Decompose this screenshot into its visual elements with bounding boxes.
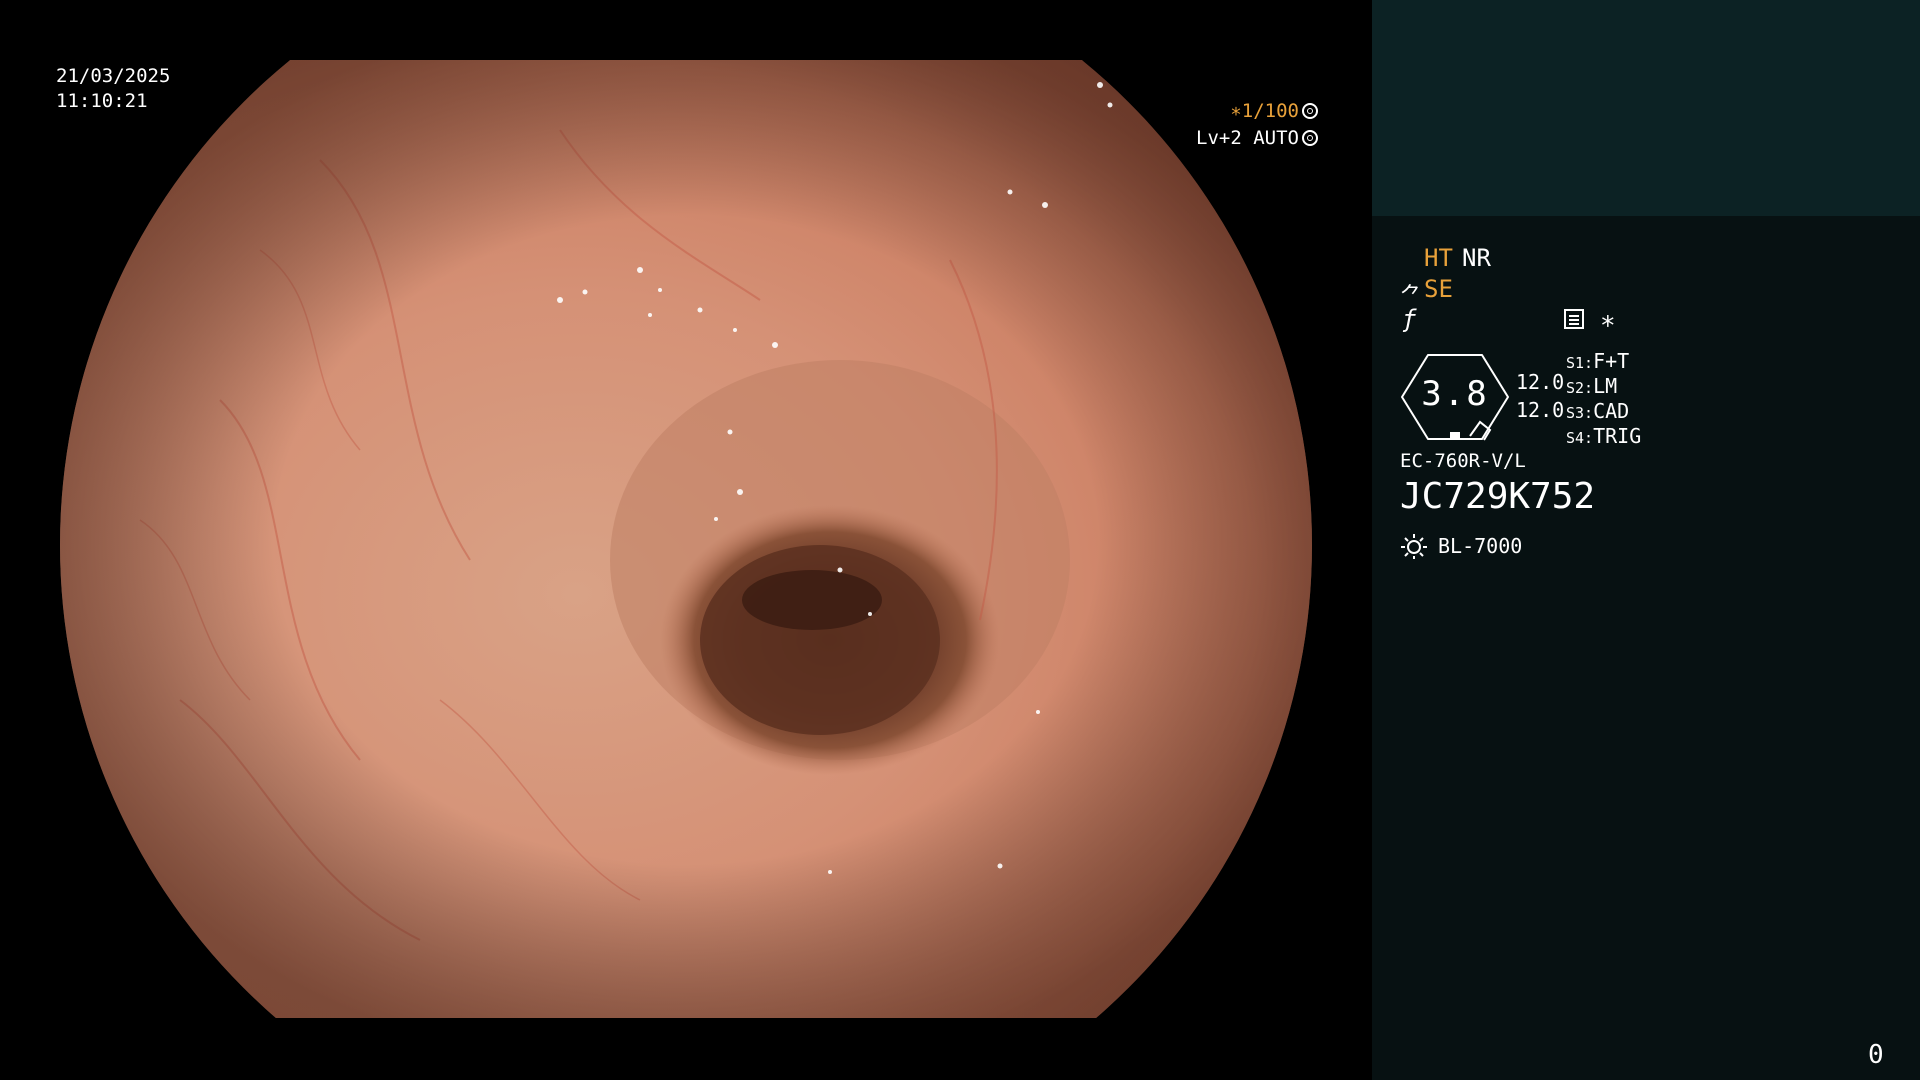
- shutter-speed: ∗1/100: [1196, 98, 1318, 125]
- iris-level-text: Lv+2 AUTO: [1196, 127, 1299, 149]
- endoscopic-image: [60, 60, 1312, 1018]
- switch-s3: S3:CAD: [1566, 399, 1629, 423]
- se-indicator: SE: [1424, 275, 1453, 303]
- switch-value: CAD: [1593, 399, 1630, 423]
- asterisk-indicator: ∗: [1600, 306, 1616, 336]
- switch-value: LM: [1593, 374, 1618, 398]
- date-time: 21/03/2025 11:10:21: [56, 64, 170, 114]
- ht-indicator: HT: [1424, 244, 1453, 272]
- aperture-icon: [1302, 103, 1318, 119]
- memo-icon: [1564, 309, 1584, 329]
- switch-s1: S1:F+T: [1566, 349, 1629, 373]
- freeze-icon: ƒ: [1402, 305, 1417, 333]
- nr-indicator: NR: [1462, 244, 1491, 272]
- scope-model: EC-760R-V/L: [1400, 450, 1526, 472]
- page-number: 0: [1868, 1040, 1884, 1070]
- switch-label: S4:: [1566, 429, 1594, 447]
- light-source-model: BL-7000: [1438, 534, 1523, 558]
- switch-s2: S2:LM: [1566, 374, 1617, 398]
- switch-label: S3:: [1566, 404, 1594, 422]
- switch-value: F+T: [1593, 349, 1630, 373]
- shutter-mark: ∗: [1230, 100, 1242, 122]
- gauge-value: 3.8: [1421, 374, 1489, 414]
- iris-icon: [1302, 130, 1318, 146]
- switch-value: TRIG: [1593, 424, 1642, 448]
- shutter-value: 1/100: [1241, 100, 1299, 122]
- zoom-gauge: 3.8: [1400, 352, 1510, 442]
- exposure-info: ∗1/100 Lv+2 AUTO: [1196, 98, 1318, 152]
- switch-label: S2:: [1566, 379, 1594, 397]
- date-text: 21/03/2025: [56, 65, 171, 87]
- endoscope-image-view: 21/03/2025 11:10:21 ∗1/100 Lv+2 AUTO: [0, 0, 1372, 1080]
- time-text: 11:10:21: [56, 90, 148, 112]
- light-source-icon: [1401, 534, 1427, 559]
- info-panel: HT NR ⺈ SE ƒ ∗ 3.8 12.0 12.0 S1:F+T S2:L…: [1372, 0, 1920, 1080]
- switch-label: S1:: [1566, 354, 1594, 372]
- setting-value-2: 12.0: [1516, 398, 1565, 422]
- scope-serial: JC729K752: [1400, 476, 1596, 517]
- switch-s4: S4:TRIG: [1566, 424, 1641, 448]
- iris-level: Lv+2 AUTO: [1196, 125, 1318, 152]
- setting-value-1: 12.0: [1516, 370, 1565, 394]
- panel-header-area: [1372, 0, 1920, 216]
